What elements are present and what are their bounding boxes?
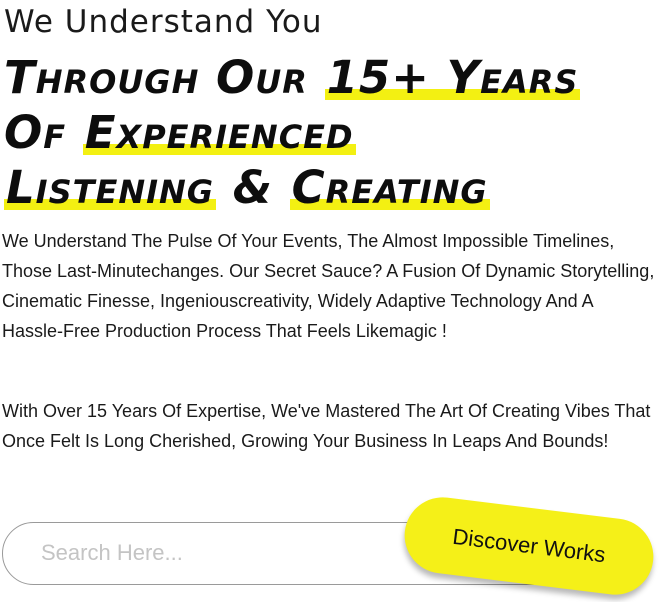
headline-highlight: Creating — [289, 161, 490, 214]
headline-highlight: Experienced — [82, 106, 356, 159]
headline-line-3: Listening & Creating — [4, 160, 659, 215]
intro-paragraph: We Understand The Pulse Of Your Events, … — [2, 231, 655, 341]
headline-text: Through Our — [4, 51, 325, 104]
search-input[interactable] — [41, 523, 401, 583]
headline-highlight: Listening — [4, 161, 217, 214]
headline-text: & — [216, 161, 290, 214]
hero-headline: Through Our 15+ Years Of Experienced Lis… — [4, 50, 659, 215]
expertise-paragraph: With Over 15 Years Of Expertise, We've M… — [2, 401, 651, 451]
headline-text: Of — [4, 106, 83, 159]
headline-line-2: Of Experienced — [4, 105, 659, 160]
headline-line-1: Through Our 15+ Years — [4, 50, 659, 105]
hero-eyebrow: We Understand You — [4, 4, 323, 40]
headline-highlight: 15+ Years — [324, 51, 581, 104]
